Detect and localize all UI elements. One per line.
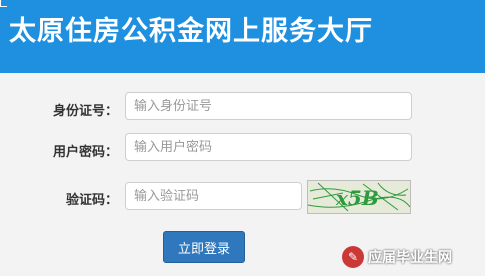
login-page: 太原住房公积金网上服务大厅 身份证号： 用户密码： 验证码： x5B 立即登录 … <box>0 0 485 276</box>
password-input[interactable] <box>125 133 412 161</box>
password-label: 用户密码： <box>52 145 118 160</box>
login-button[interactable]: 立即登录 <box>163 231 245 263</box>
captcha-image[interactable]: x5B <box>307 180 411 214</box>
watermark: ✎ 应届毕业生网 <box>342 246 452 268</box>
watermark-logo-icon: ✎ <box>342 246 364 268</box>
captcha-text: x5B <box>335 186 379 210</box>
header-banner: 太原住房公积金网上服务大厅 <box>0 0 485 73</box>
captcha-input[interactable] <box>125 182 302 210</box>
id-number-input[interactable] <box>125 92 412 120</box>
captcha-label: 验证码： <box>65 193 118 208</box>
id-number-label: 身份证号： <box>52 104 118 119</box>
corner-mark-icon <box>0 0 7 7</box>
watermark-text: 应届毕业生网 <box>368 250 452 266</box>
page-title: 太原住房公积金网上服务大厅 <box>9 16 373 47</box>
